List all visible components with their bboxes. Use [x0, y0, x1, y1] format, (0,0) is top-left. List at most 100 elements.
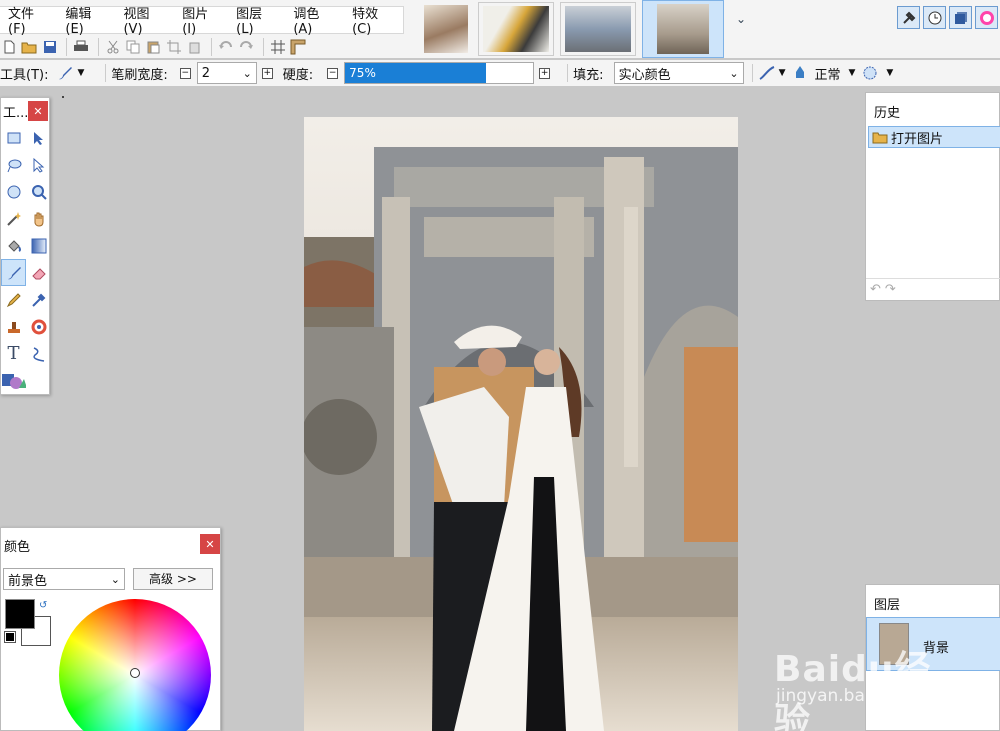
brush-width-combo[interactable]: 2 ⌄	[196, 62, 257, 84]
menu-view[interactable]: 视图(V)	[115, 3, 174, 37]
chevron-down-icon: ⌄	[729, 66, 739, 80]
watermark-url: jingyan.baidu.com	[776, 686, 933, 706]
chevron-down-icon[interactable]: ▼	[886, 68, 893, 78]
decrease-brush-width-button[interactable]: −	[179, 67, 191, 79]
new-file-icon[interactable]	[0, 38, 17, 56]
toolbar-divider	[263, 38, 265, 56]
crop-icon[interactable]	[165, 38, 182, 56]
recolor-tool-icon[interactable]	[26, 313, 51, 340]
eraser-tool-icon[interactable]	[26, 259, 51, 286]
color-wheel-icon	[979, 10, 994, 25]
gradient-tool-icon[interactable]	[26, 232, 51, 259]
open-folder-icon[interactable]	[20, 38, 37, 56]
history-window-title: 历史	[874, 106, 901, 121]
panel-toggle-group	[897, 6, 1000, 29]
menu-adjust[interactable]: 调色(A)	[285, 3, 344, 37]
reset-colors-icon[interactable]	[4, 631, 16, 643]
copy-icon[interactable]	[124, 38, 141, 56]
menu-layer[interactable]: 图层(L)	[228, 3, 285, 37]
open-folder-icon	[872, 132, 888, 144]
advanced-button[interactable]: 高级 >>	[133, 568, 213, 590]
chevron-down-icon: ⌄	[242, 66, 252, 80]
image-canvas[interactable]	[304, 117, 738, 731]
paintbrush-tool-icon[interactable]	[1, 259, 26, 286]
color-picker-tool-icon[interactable]	[26, 286, 51, 313]
toolbar-divider	[97, 38, 99, 56]
fill-value: 实心颜色	[618, 67, 671, 83]
lasso-select-tool-icon[interactable]	[1, 151, 26, 178]
image-tab-3[interactable]	[560, 2, 636, 56]
chevron-down-icon: ⌄	[110, 572, 120, 586]
hardness-value: 75%	[349, 66, 376, 80]
fill-label: 填充:	[573, 67, 604, 83]
undo-icon[interactable]	[217, 38, 234, 56]
move-selected-tool-icon[interactable]	[26, 124, 51, 151]
color-mode-select[interactable]: 前景色 ⌄	[3, 568, 125, 590]
image-tab-4[interactable]	[642, 0, 724, 58]
menu-bar: 文件(F) 编辑(E) 视图(V) 图片(I) 图层(L) 调色(A) 特效(C…	[0, 3, 404, 37]
tool-label: 工具(T):	[0, 67, 49, 83]
chevron-down-icon[interactable]: ▼	[779, 68, 786, 78]
history-window: 历史 打开图片 ↶ ↷	[865, 92, 1000, 301]
shapes-tool-icon[interactable]	[1, 367, 26, 394]
close-icon[interactable]: ✕	[28, 101, 48, 121]
selection-mode-icon[interactable]	[861, 64, 879, 82]
color-wheel[interactable]	[59, 599, 211, 731]
swap-colors-icon[interactable]: ↺	[39, 600, 47, 611]
colors-panel-toggle-button[interactable]	[975, 6, 998, 29]
paste-icon[interactable]	[145, 38, 162, 56]
ellipse-select-tool-icon[interactable]	[1, 178, 26, 205]
color-wheel-cursor[interactable]	[130, 668, 140, 678]
grid-icon[interactable]	[269, 38, 286, 56]
toolbar-divider	[105, 64, 107, 82]
colors-window-title: 颜色	[4, 540, 31, 555]
chevron-down-icon[interactable]: ▼	[77, 68, 84, 78]
zoom-tool-icon[interactable]	[26, 178, 51, 205]
blend-mode-value[interactable]: 正常	[814, 64, 840, 83]
magic-wand-tool-icon[interactable]	[1, 205, 26, 232]
decrease-hardness-button[interactable]: −	[327, 67, 339, 79]
save-icon[interactable]	[41, 38, 58, 56]
menu-edit[interactable]: 编辑(E)	[57, 3, 115, 37]
chevron-down-icon[interactable]: ▼	[849, 68, 856, 78]
print-icon[interactable]	[72, 38, 89, 56]
menu-file[interactable]: 文件(F)	[0, 3, 57, 37]
paste-new-icon[interactable]	[186, 38, 203, 56]
rectangle-select-tool-icon[interactable]	[1, 124, 26, 151]
ruler-icon[interactable]	[290, 38, 307, 56]
menu-effects[interactable]: 特效(C)	[344, 3, 403, 37]
brush-width-label: 笔刷宽度:	[111, 67, 168, 83]
cut-icon[interactable]	[104, 38, 121, 56]
redo-icon[interactable]: ↷	[885, 282, 896, 297]
undo-icon[interactable]: ↶	[870, 282, 881, 297]
increase-hardness-button[interactable]: +	[539, 67, 551, 79]
increase-brush-width-button[interactable]: +	[261, 67, 273, 79]
blend-mode-icon[interactable]	[791, 64, 809, 82]
hardness-slider[interactable]: 75%	[344, 62, 535, 84]
toolbar-divider	[66, 38, 68, 56]
image-tab-1[interactable]	[420, 2, 472, 56]
menu-image[interactable]: 图片(I)	[174, 3, 228, 37]
fill-combo[interactable]: 实心颜色 ⌄	[613, 62, 744, 84]
close-icon[interactable]: ✕	[200, 534, 220, 554]
primary-color-swatch[interactable]	[5, 599, 35, 629]
clone-stamp-tool-icon[interactable]	[1, 313, 26, 340]
move-selection-tool-icon[interactable]	[26, 151, 51, 178]
redo-icon[interactable]	[238, 38, 255, 56]
paint-bucket-tool-icon[interactable]	[1, 232, 26, 259]
main-toolbar	[0, 36, 310, 58]
layers-panel-toggle-button[interactable]	[949, 6, 972, 29]
antialias-icon[interactable]	[758, 64, 776, 82]
watermark: Baidu经验 jingyan.baidu.com	[766, 636, 956, 731]
tools-panel-toggle-button[interactable]	[897, 6, 920, 29]
text-tool-icon[interactable]: T	[1, 340, 26, 367]
image-tab-2[interactable]	[478, 2, 554, 56]
history-panel-toggle-button[interactable]	[923, 6, 946, 29]
paintbrush-icon[interactable]	[56, 64, 74, 82]
pan-tool-icon[interactable]	[26, 205, 51, 232]
pencil-tool-icon[interactable]	[1, 286, 26, 313]
line-curve-tool-icon[interactable]	[26, 340, 51, 367]
canvas-marker	[62, 96, 64, 98]
chevron-down-icon[interactable]: ⌄	[736, 12, 746, 26]
history-item[interactable]: 打开图片	[868, 126, 1000, 148]
